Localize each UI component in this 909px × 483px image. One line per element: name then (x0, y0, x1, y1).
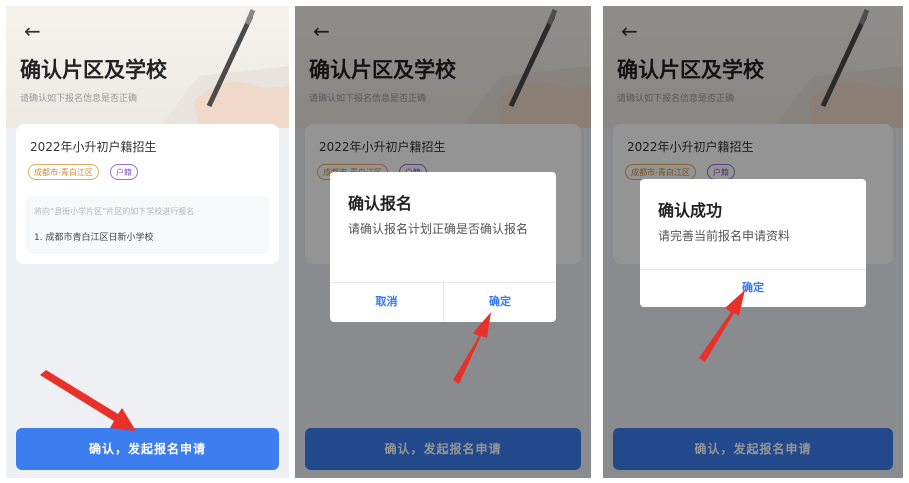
screen-step-2: ← 确认片区及学校 请确认如下报名信息是否正确 2022年小升初户籍招生 成都市… (295, 6, 591, 478)
red-pointer-arrow-icon (453, 312, 491, 384)
screen-step-1: ← 确认片区及学校 请确认如下报名信息是否正确 2022年小升初户籍招生 成都市… (6, 6, 289, 478)
red-pointer-arrow-icon (40, 370, 136, 431)
red-pointer-arrow-icon (699, 290, 745, 362)
screen-step-3: ← 确认片区及学校 请确认如下报名信息是否正确 2022年小升初户籍招生 成都市… (603, 6, 903, 478)
